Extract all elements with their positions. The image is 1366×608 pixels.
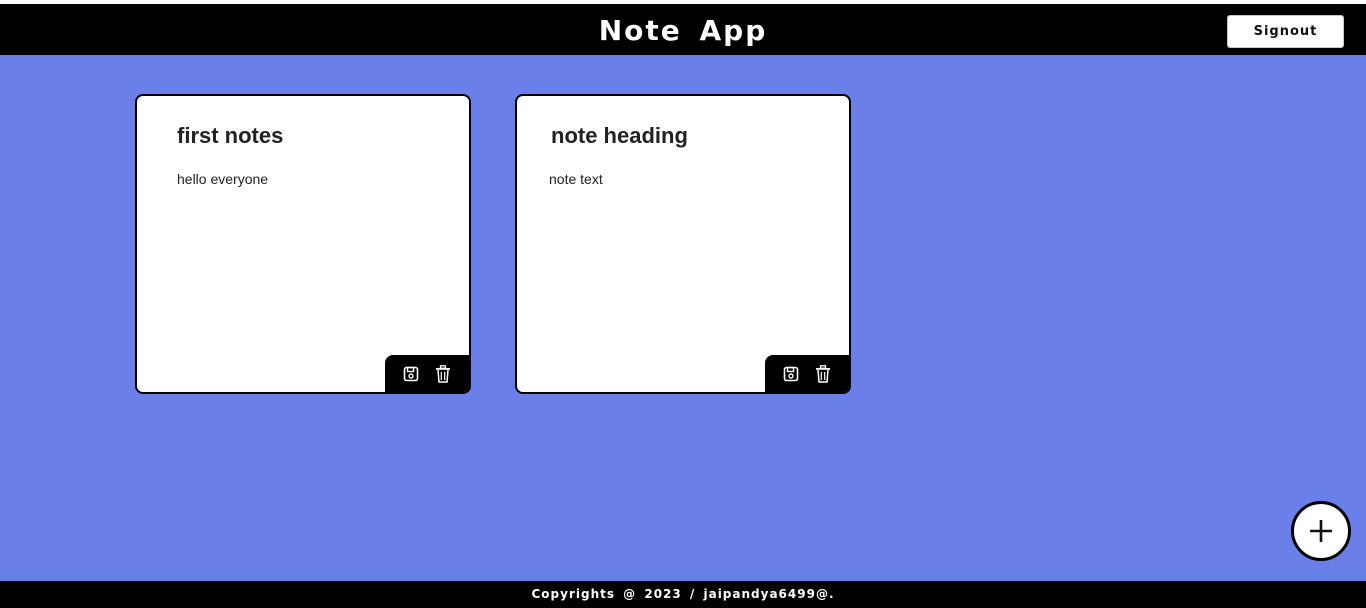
app-title: Note App xyxy=(598,14,768,47)
trash-icon[interactable] xyxy=(814,364,832,383)
note-card: first notes hello everyone xyxy=(135,94,471,394)
note-card: note heading note text xyxy=(515,94,851,394)
note-text: hello everyone xyxy=(177,171,269,187)
note-actions xyxy=(765,355,849,392)
note-title: first notes xyxy=(177,123,284,148)
plus-icon xyxy=(1310,520,1332,542)
save-icon[interactable] xyxy=(782,365,800,383)
note-title: note heading xyxy=(551,123,688,148)
trash-icon[interactable] xyxy=(434,364,452,383)
footer: Copyrights @ 2023 / jaipandya6499@. xyxy=(0,581,1366,608)
save-icon[interactable] xyxy=(402,365,420,383)
signout-button[interactable]: Signout xyxy=(1227,15,1344,48)
note-text: note text xyxy=(549,171,603,187)
note-actions xyxy=(385,355,469,392)
app-header: Note App Signout xyxy=(0,4,1366,55)
add-note-button[interactable] xyxy=(1291,501,1351,561)
